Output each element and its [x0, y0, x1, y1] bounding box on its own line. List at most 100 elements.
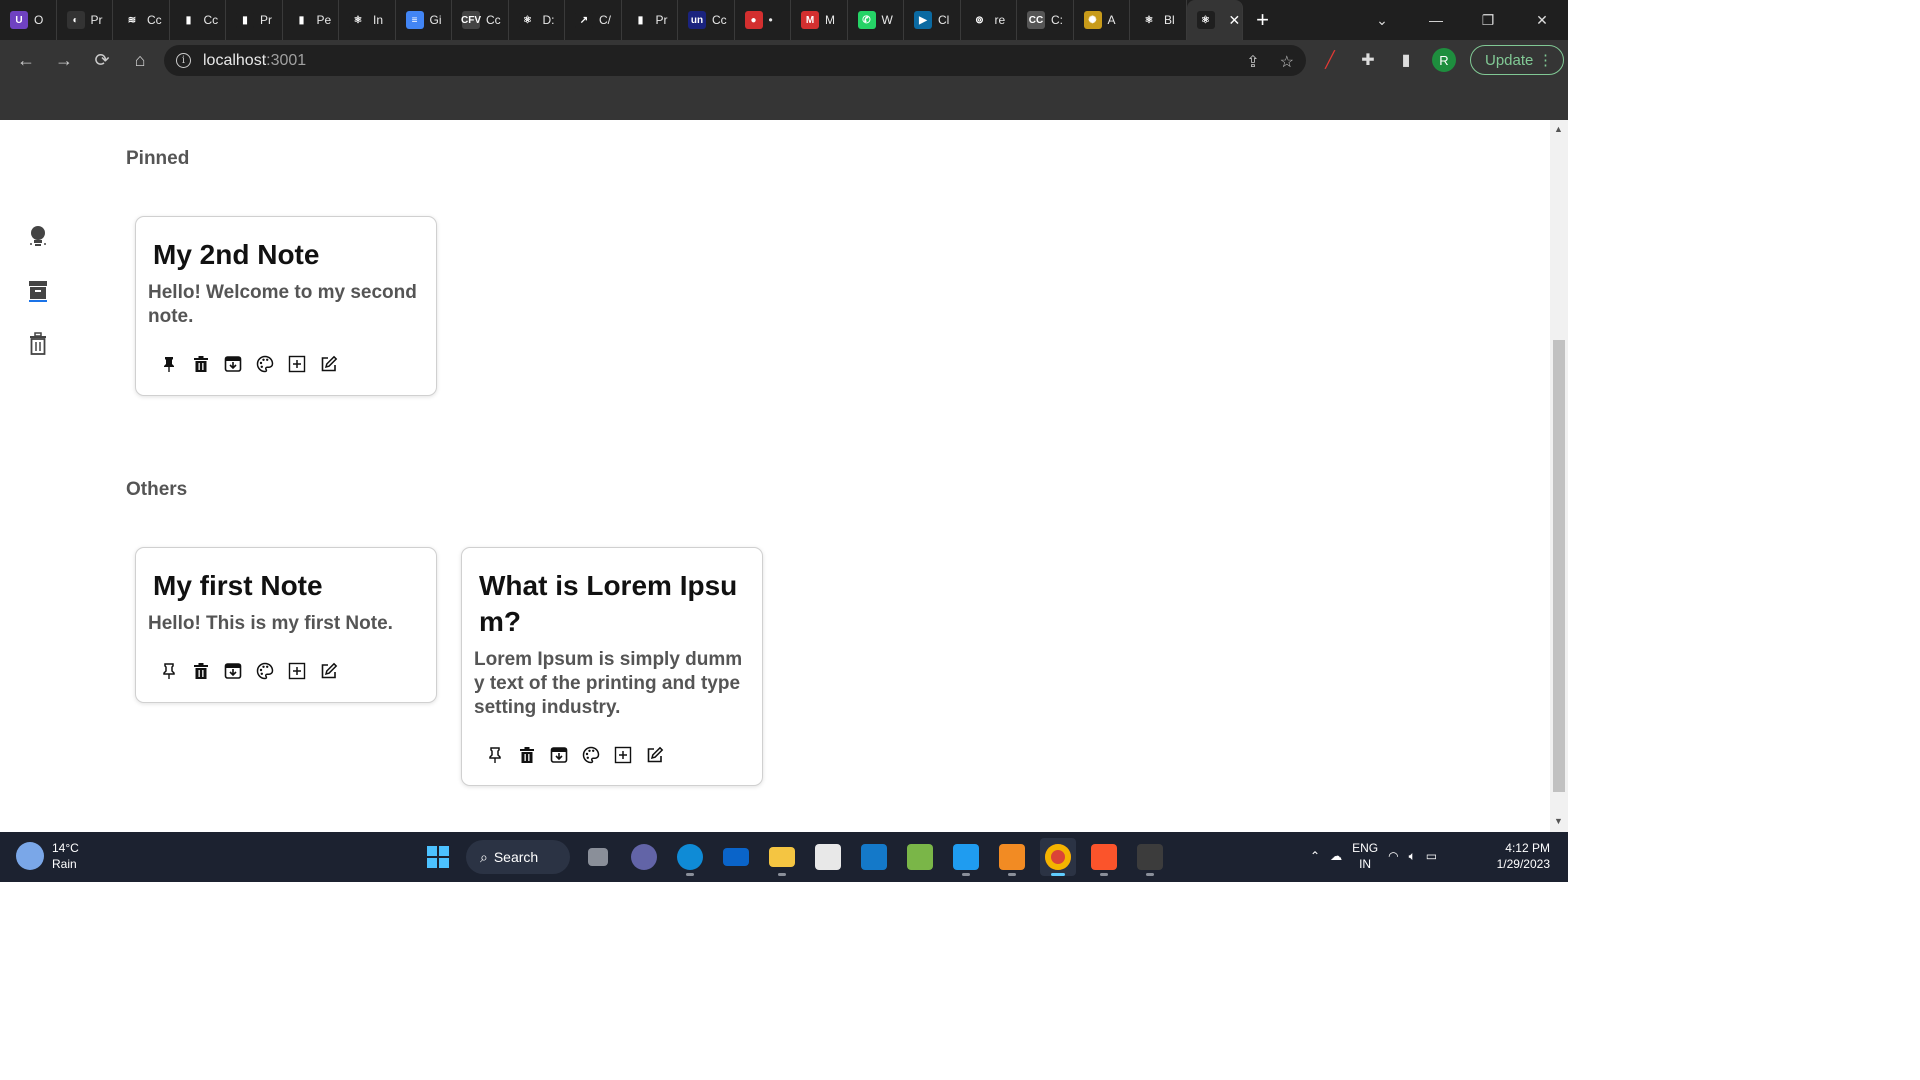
pin-icon[interactable]	[160, 662, 178, 680]
language-indicator[interactable]: ENG IN	[1352, 840, 1378, 872]
browser-tab[interactable]: CFV Cc	[452, 0, 509, 40]
wifi-icon[interactable]: ◠	[1388, 849, 1398, 863]
address-bar[interactable]: i localhost:3001 ⇪ ☆	[164, 45, 1306, 76]
scrollbar-thumb[interactable]	[1553, 340, 1565, 792]
browser-tab[interactable]: ↗ C/	[565, 0, 622, 40]
unpin-icon[interactable]	[160, 355, 178, 373]
archive-box-icon[interactable]	[550, 746, 568, 764]
browser-tab[interactable]: ⚛ D:	[509, 0, 565, 40]
browser-tab[interactable]: ▶ Cl	[904, 0, 961, 40]
battery-icon[interactable]: ▭	[1426, 849, 1437, 863]
onedrive-icon[interactable]: ☁	[1330, 849, 1342, 863]
vscode-icon[interactable]	[948, 838, 984, 876]
home-icon[interactable]: ⌂	[122, 42, 158, 78]
delete-icon[interactable]	[518, 746, 536, 764]
terminal-icon[interactable]	[1132, 838, 1168, 876]
language: ENG	[1352, 841, 1379, 855]
scroll-down-arrow-icon[interactable]: ▼	[1554, 816, 1563, 826]
page-scrollbar[interactable]: ▲ ▼	[1550, 120, 1568, 832]
temperature: 14°C	[52, 841, 79, 855]
note-card[interactable]: My first Note Hello! This is my first No…	[135, 547, 437, 703]
profile-avatar[interactable]: R	[1432, 48, 1456, 72]
archive-icon[interactable]	[26, 278, 50, 302]
add-box-icon[interactable]	[288, 355, 306, 373]
browser-tab[interactable]: CC C:	[1017, 0, 1074, 40]
brave-icon[interactable]	[1086, 838, 1122, 876]
browser-tab[interactable]: ⚛ In	[339, 0, 396, 40]
browser-tab[interactable]: ▮ Cc	[170, 0, 226, 40]
trash-icon[interactable]	[26, 332, 50, 356]
palette-icon[interactable]	[582, 746, 600, 764]
site-info-icon[interactable]: i	[176, 53, 191, 68]
reload-icon[interactable]: ⟳	[84, 42, 120, 78]
edit-icon[interactable]	[320, 662, 338, 680]
close-window-button[interactable]: ✕	[1516, 0, 1568, 40]
note-card[interactable]: What is Lorem Ipsum? Lorem Ipsum is simp…	[461, 547, 763, 786]
add-box-icon[interactable]	[614, 746, 632, 764]
volume-icon[interactable]: 🔈︎	[1409, 849, 1416, 864]
browser-tab[interactable]: MM	[791, 0, 848, 40]
tab-favicon-icon: ✺	[1083, 11, 1102, 29]
add-box-icon[interactable]	[288, 662, 306, 680]
search-icon: ⌕	[480, 848, 488, 865]
new-tab-button[interactable]: +	[1243, 0, 1283, 40]
close-tab-icon[interactable]: ✕	[1229, 12, 1241, 29]
delete-icon[interactable]	[192, 662, 210, 680]
browser-tab[interactable]: ✆ W	[848, 0, 904, 40]
clock[interactable]: 4:12 PM 1/29/2023	[1497, 840, 1550, 872]
minimize-button[interactable]: —	[1410, 0, 1462, 40]
palette-icon[interactable]	[256, 355, 274, 373]
palette-icon[interactable]	[256, 662, 274, 680]
browser-tab[interactable]: ≋ Cc	[113, 0, 170, 40]
browser-tab[interactable]: un Cc	[678, 0, 735, 40]
start-windows-icon[interactable]	[420, 838, 456, 876]
side-panel-icon[interactable]: ▮	[1394, 48, 1418, 72]
note-actions	[486, 746, 762, 764]
chrome-icon[interactable]	[1040, 838, 1076, 876]
browser-tab[interactable]: ▮ Pe	[283, 0, 339, 40]
extensions-puzzle-icon[interactable]: ✚	[1356, 48, 1380, 72]
notes-bulb-icon[interactable]	[26, 224, 50, 248]
browser-tab[interactable]: ✺ A	[1074, 0, 1130, 40]
browser-tab[interactable]: ≡ Gi	[396, 0, 452, 40]
tab-search-icon[interactable]: ⌄	[1356, 0, 1408, 40]
edit-icon[interactable]	[320, 355, 338, 373]
browser-tab[interactable]: ⚛ Bl	[1130, 0, 1187, 40]
browser-tab[interactable]: UO	[0, 0, 57, 40]
tab-label: Gi	[429, 13, 442, 27]
l-app-icon[interactable]	[856, 838, 892, 876]
tab-favicon-icon: un	[688, 11, 706, 29]
search-label: Search	[493, 849, 539, 865]
update-button[interactable]: Update ⋮	[1470, 45, 1564, 75]
store-icon[interactable]	[810, 838, 846, 876]
browser-tab[interactable]: ● •	[735, 0, 791, 40]
browser-tab[interactable]: ▮ Pr	[622, 0, 678, 40]
share-icon[interactable]: ⇪	[1246, 52, 1259, 72]
edge-icon[interactable]	[672, 838, 708, 876]
chevron-up-icon[interactable]: ⌃	[1310, 849, 1320, 863]
file-explorer-icon[interactable]	[764, 838, 800, 876]
delete-icon[interactable]	[192, 355, 210, 373]
taskbar-search[interactable]: ⌕ Search	[466, 840, 570, 874]
bookmark-star-icon[interactable]: ☆	[1280, 52, 1294, 72]
browser-tab[interactable]: ◐ Pr	[57, 0, 113, 40]
task-view-icon[interactable]	[580, 838, 616, 876]
sublime-icon[interactable]	[994, 838, 1030, 876]
note-card[interactable]: My 2nd Note Hello! Welcome to my second …	[135, 216, 437, 396]
pin-icon[interactable]	[486, 746, 504, 764]
weather-widget[interactable]: 14°C Rain	[16, 840, 79, 872]
browser-tab[interactable]: ⚛ ✕	[1186, 0, 1243, 40]
mail-icon[interactable]	[718, 838, 754, 876]
image-app-icon[interactable]	[902, 838, 938, 876]
pen-extension-icon[interactable]: ╱	[1318, 48, 1342, 72]
browser-tab[interactable]: ▮ Pr	[226, 0, 283, 40]
edit-icon[interactable]	[646, 746, 664, 764]
scroll-up-arrow-icon[interactable]: ▲	[1554, 124, 1563, 134]
browser-tab[interactable]: ⊚ re	[961, 0, 1017, 40]
teams-chat-icon[interactable]	[626, 838, 662, 876]
archive-box-icon[interactable]	[224, 662, 242, 680]
restore-button[interactable]: ❐	[1462, 0, 1514, 40]
forward-arrow-icon[interactable]: →	[46, 42, 82, 78]
archive-box-icon[interactable]	[224, 355, 242, 373]
back-arrow-icon[interactable]: ←	[8, 42, 44, 78]
